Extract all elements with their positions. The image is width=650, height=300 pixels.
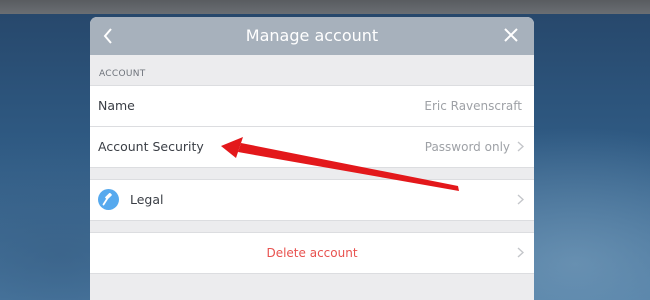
- row-divider: [90, 273, 534, 274]
- close-button[interactable]: [492, 17, 528, 55]
- delete-account-label: Delete account: [266, 246, 358, 260]
- name-value: Eric Ravenscraft: [424, 99, 522, 113]
- legal-label: Legal: [130, 192, 164, 207]
- section-label-account: ACCOUNT: [99, 69, 146, 79]
- name-row[interactable]: Name Eric Ravenscraft: [90, 85, 534, 126]
- account-security-row[interactable]: Account Security Password only: [90, 127, 534, 167]
- chevron-right-icon: [517, 247, 524, 258]
- delete-account-row[interactable]: Delete account: [90, 232, 534, 273]
- gavel-icon: [98, 189, 119, 210]
- dialog-title: Manage account: [245, 26, 379, 45]
- legal-row[interactable]: Legal: [90, 179, 534, 220]
- manage-account-dialog: Manage account ACCOUNT Name Eric Ravensc…: [90, 17, 534, 300]
- account-security-value: Password only: [424, 140, 510, 154]
- account-security-label: Account Security: [98, 139, 204, 154]
- dialog-header: Manage account: [90, 17, 534, 55]
- row-divider: [90, 220, 534, 221]
- chevron-right-icon: [517, 194, 524, 205]
- chevron-right-icon: [517, 141, 524, 152]
- name-label: Name: [98, 98, 135, 113]
- row-divider: [90, 167, 534, 168]
- top-strip: [0, 0, 650, 14]
- close-icon: [504, 28, 518, 42]
